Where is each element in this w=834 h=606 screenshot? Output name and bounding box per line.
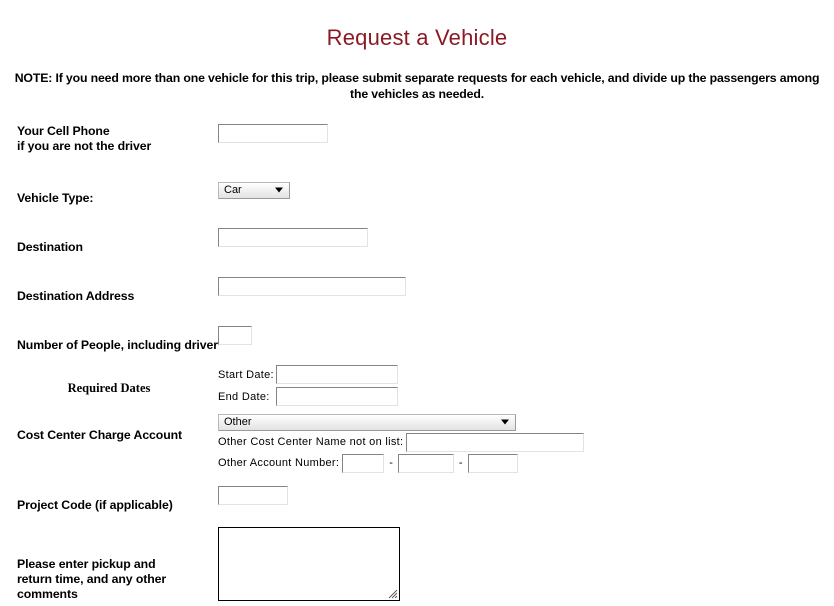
cell-phone-label: Your Cell Phone if you are not the drive… — [0, 124, 218, 154]
chevron-down-icon — [275, 187, 283, 193]
account-number-part2-input[interactable] — [397, 453, 454, 473]
row-destination: Destination — [0, 228, 834, 255]
cost-center-select[interactable]: Other — [218, 413, 516, 431]
destination-label: Destination — [17, 240, 83, 255]
chevron-down-icon — [501, 419, 509, 425]
destination-address-field-col — [218, 277, 834, 297]
row-cost-center: Cost Center Charge Account Other Other C… — [0, 412, 834, 473]
destination-field-col — [218, 228, 834, 248]
project-code-label: Project Code (if applicable) — [17, 497, 173, 512]
row-destination-address: Destination Address — [0, 277, 834, 304]
start-date-label: Start Date: — [218, 368, 274, 381]
end-date-label: End Date: — [218, 390, 270, 403]
note-text: NOTE: If you need more than one vehicle … — [14, 71, 820, 101]
account-separator-2: - — [458, 457, 463, 470]
cost-center-label: Cost Center Charge Account — [17, 428, 183, 443]
other-cost-center-name-input[interactable] — [406, 432, 585, 452]
cost-center-field-col: Other Other Cost Center Name not on list… — [218, 412, 834, 473]
cell-phone-input[interactable] — [218, 124, 328, 144]
destination-address-label: Destination Address — [17, 289, 135, 304]
start-date-input[interactable] — [276, 365, 398, 385]
row-comments: Please enter pickup and return time, and… — [0, 526, 834, 606]
vehicle-type-selected-value: Car — [224, 184, 242, 197]
comments-label: Please enter pickup and return time, and… — [0, 527, 218, 602]
row-cell-phone: Your Cell Phone if you are not the drive… — [0, 124, 834, 154]
row-project-code: Project Code (if applicable) — [0, 485, 834, 513]
cell-phone-field-col — [218, 124, 834, 144]
other-cost-center-name-line: Other Cost Center Name not on list: — [218, 432, 834, 452]
vehicle-type-label: Vehicle Type: — [17, 191, 94, 206]
end-date-input[interactable] — [276, 387, 398, 407]
row-number-of-people: Number of People, including driver — [0, 326, 834, 353]
comments-textarea-wrap — [218, 526, 400, 601]
project-code-input[interactable] — [218, 485, 288, 505]
cell-phone-label-line1: Your Cell Phone — [17, 124, 110, 139]
vehicle-type-field-col: Car — [218, 180, 834, 199]
comments-field-col — [218, 526, 834, 606]
number-of-people-label: Number of People, including driver — [17, 338, 218, 353]
other-account-number-label: Other Account Number: — [218, 457, 340, 470]
required-dates-label: Required Dates — [67, 381, 151, 396]
required-dates-field-col: Start Date: End Date: — [218, 365, 834, 409]
page-title: Request a Vehicle — [326, 25, 508, 50]
row-required-dates: Required Dates Start Date: End Date: — [0, 365, 834, 409]
destination-address-input[interactable] — [218, 277, 406, 297]
row-vehicle-type: Vehicle Type: Car — [0, 180, 834, 206]
other-cost-center-name-label: Other Cost Center Name not on list: — [218, 436, 404, 449]
number-of-people-input[interactable] — [218, 326, 252, 346]
destination-input[interactable] — [218, 228, 368, 248]
comments-label-line1: Please enter pickup and — [17, 556, 156, 571]
vehicle-type-select[interactable]: Car — [218, 181, 290, 199]
number-of-people-field-col — [218, 326, 834, 346]
account-number-part3-input[interactable] — [467, 453, 518, 473]
vehicle-request-form: Your Cell Phone if you are not the drive… — [0, 124, 834, 606]
start-date-line: Start Date: — [218, 365, 834, 385]
comments-label-line2: return time, and any other comments — [17, 571, 167, 601]
cell-phone-label-line2: if you are not the driver — [17, 139, 152, 154]
vehicle-type-select-wrap: Car — [218, 181, 290, 199]
project-code-field-col — [218, 485, 834, 505]
other-account-number-line: Other Account Number: - - — [218, 453, 834, 473]
cost-center-selected-value: Other — [224, 416, 252, 429]
comments-textarea[interactable] — [218, 526, 400, 601]
account-number-part1-input[interactable] — [342, 453, 385, 473]
cost-center-select-wrap: Other — [218, 413, 516, 431]
end-date-line: End Date: — [218, 387, 834, 407]
account-separator-1: - — [389, 457, 393, 470]
